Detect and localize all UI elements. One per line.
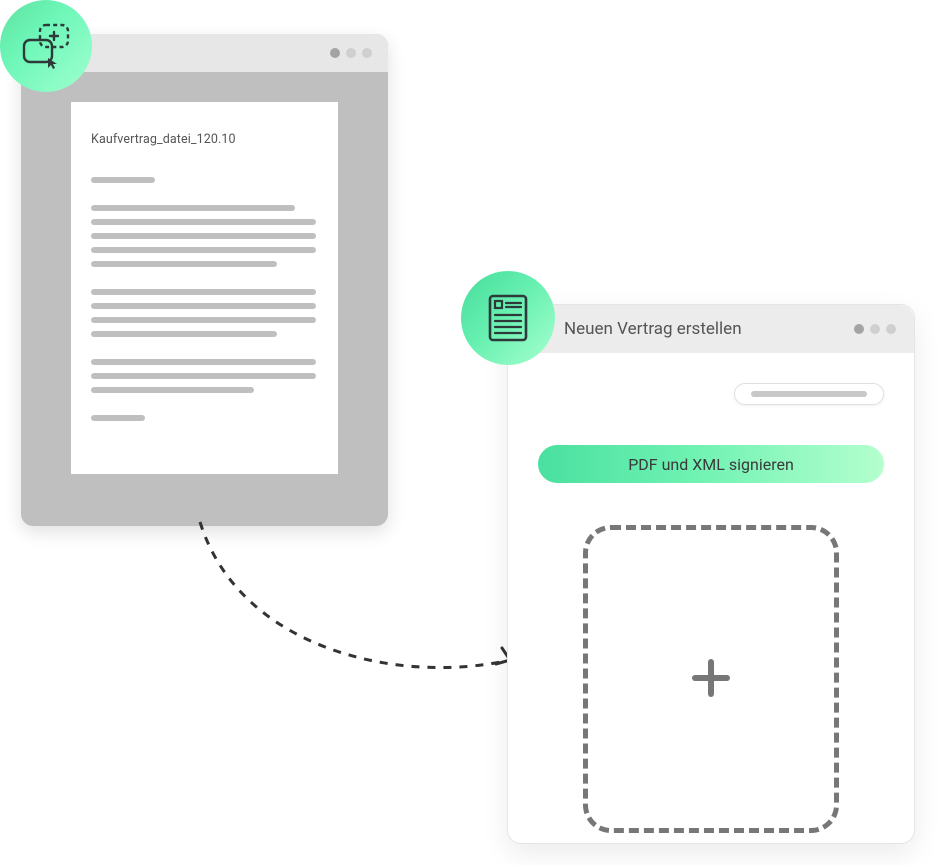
document-placeholder-lines (91, 289, 318, 337)
window-control-dot (870, 324, 880, 334)
app-window-title: Neuen Vertrag erstellen (564, 319, 848, 339)
document-filename: Kaufvertrag_datei_120.10 (91, 132, 318, 147)
document-placeholder-lines (91, 177, 318, 183)
document-placeholder-lines (91, 359, 318, 393)
sign-pdf-xml-button[interactable]: PDF und XML signieren (538, 445, 884, 483)
window-control-dot (330, 48, 340, 58)
connector-arrow (180, 510, 540, 710)
file-dropzone[interactable] (583, 525, 839, 833)
document-icon (487, 293, 529, 343)
document-badge (461, 271, 555, 365)
document-browser-window: Kaufvertrag_datei_120.10 (21, 34, 388, 526)
window-control-dot (362, 48, 372, 58)
app-body: PDF und XML signieren (508, 353, 914, 861)
window-control-dot (854, 324, 864, 334)
window-control-dot (346, 48, 356, 58)
document-placeholder-lines (91, 205, 318, 267)
drag-drop-icon (19, 22, 73, 70)
placeholder-pill (734, 383, 884, 405)
app-titlebar: Neuen Vertrag erstellen (508, 305, 914, 353)
document-placeholder-lines (91, 415, 318, 421)
plus-icon (691, 650, 731, 708)
drag-drop-badge (0, 0, 92, 92)
create-contract-window: Neuen Vertrag erstellen PDF und XML sign… (507, 304, 915, 844)
document-page: Kaufvertrag_datei_120.10 (71, 102, 338, 474)
window-control-dot (886, 324, 896, 334)
